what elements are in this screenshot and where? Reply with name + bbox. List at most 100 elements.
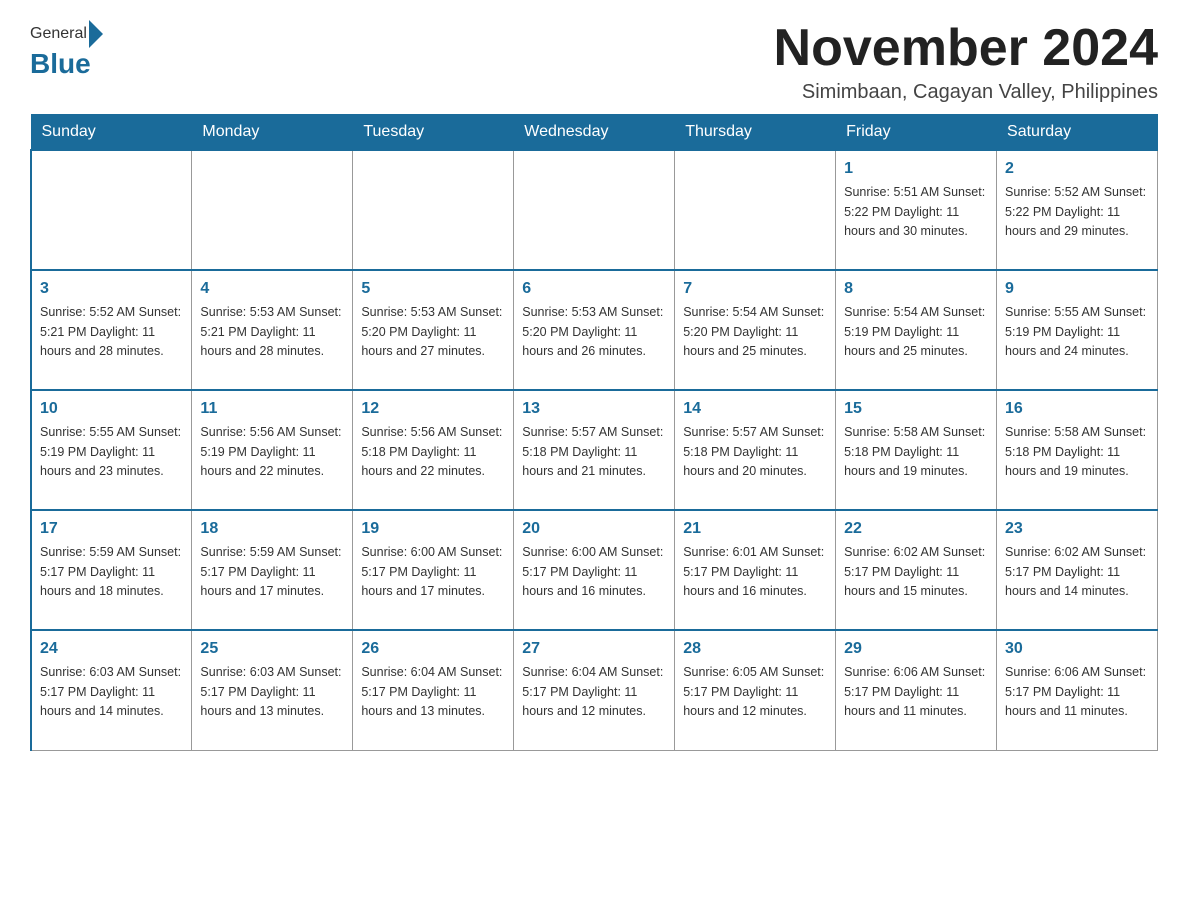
day-number: 3 (40, 277, 183, 301)
calendar-cell: 7Sunrise: 5:54 AM Sunset: 5:20 PM Daylig… (675, 270, 836, 390)
day-info: Sunrise: 5:59 AM Sunset: 5:17 PM Dayligh… (200, 543, 344, 601)
day-info: Sunrise: 6:03 AM Sunset: 5:17 PM Dayligh… (200, 663, 344, 721)
calendar-cell: 14Sunrise: 5:57 AM Sunset: 5:18 PM Dayli… (675, 390, 836, 510)
day-number: 16 (1005, 397, 1149, 421)
calendar-cell: 10Sunrise: 5:55 AM Sunset: 5:19 PM Dayli… (31, 390, 192, 510)
calendar-cell: 21Sunrise: 6:01 AM Sunset: 5:17 PM Dayli… (675, 510, 836, 630)
day-info: Sunrise: 6:06 AM Sunset: 5:17 PM Dayligh… (1005, 663, 1149, 721)
calendar-cell: 29Sunrise: 6:06 AM Sunset: 5:17 PM Dayli… (836, 630, 997, 750)
calendar-cell: 30Sunrise: 6:06 AM Sunset: 5:17 PM Dayli… (997, 630, 1158, 750)
day-info: Sunrise: 6:04 AM Sunset: 5:17 PM Dayligh… (361, 663, 505, 721)
day-info: Sunrise: 5:55 AM Sunset: 5:19 PM Dayligh… (40, 423, 183, 481)
calendar-cell: 22Sunrise: 6:02 AM Sunset: 5:17 PM Dayli… (836, 510, 997, 630)
calendar-week-row: 3Sunrise: 5:52 AM Sunset: 5:21 PM Daylig… (31, 270, 1158, 390)
day-number: 14 (683, 397, 827, 421)
day-info: Sunrise: 5:52 AM Sunset: 5:21 PM Dayligh… (40, 303, 183, 361)
calendar-body: 1Sunrise: 5:51 AM Sunset: 5:22 PM Daylig… (31, 150, 1158, 750)
day-info: Sunrise: 5:57 AM Sunset: 5:18 PM Dayligh… (683, 423, 827, 481)
day-number: 2 (1005, 157, 1149, 181)
day-info: Sunrise: 5:56 AM Sunset: 5:18 PM Dayligh… (361, 423, 505, 481)
calendar-cell: 23Sunrise: 6:02 AM Sunset: 5:17 PM Dayli… (997, 510, 1158, 630)
day-number: 23 (1005, 517, 1149, 541)
calendar-cell: 25Sunrise: 6:03 AM Sunset: 5:17 PM Dayli… (192, 630, 353, 750)
weekday-header-thursday: Thursday (675, 115, 836, 151)
day-number: 7 (683, 277, 827, 301)
calendar-cell: 3Sunrise: 5:52 AM Sunset: 5:21 PM Daylig… (31, 270, 192, 390)
weekday-header-wednesday: Wednesday (514, 115, 675, 151)
day-number: 20 (522, 517, 666, 541)
day-number: 27 (522, 637, 666, 661)
day-info: Sunrise: 5:54 AM Sunset: 5:20 PM Dayligh… (683, 303, 827, 361)
calendar-cell: 11Sunrise: 5:56 AM Sunset: 5:19 PM Dayli… (192, 390, 353, 510)
day-info: Sunrise: 6:02 AM Sunset: 5:17 PM Dayligh… (844, 543, 988, 601)
day-info: Sunrise: 6:02 AM Sunset: 5:17 PM Dayligh… (1005, 543, 1149, 601)
calendar-cell: 24Sunrise: 6:03 AM Sunset: 5:17 PM Dayli… (31, 630, 192, 750)
weekday-header-saturday: Saturday (997, 115, 1158, 151)
day-number: 1 (844, 157, 988, 181)
day-info: Sunrise: 5:53 AM Sunset: 5:21 PM Dayligh… (200, 303, 344, 361)
day-info: Sunrise: 5:55 AM Sunset: 5:19 PM Dayligh… (1005, 303, 1149, 361)
day-number: 29 (844, 637, 988, 661)
day-info: Sunrise: 5:54 AM Sunset: 5:19 PM Dayligh… (844, 303, 988, 361)
calendar-table: SundayMondayTuesdayWednesdayThursdayFrid… (30, 114, 1158, 751)
calendar-cell (192, 150, 353, 270)
calendar-cell: 6Sunrise: 5:53 AM Sunset: 5:20 PM Daylig… (514, 270, 675, 390)
day-info: Sunrise: 5:58 AM Sunset: 5:18 PM Dayligh… (844, 423, 988, 481)
calendar-header: SundayMondayTuesdayWednesdayThursdayFrid… (31, 115, 1158, 151)
day-info: Sunrise: 6:06 AM Sunset: 5:17 PM Dayligh… (844, 663, 988, 721)
calendar-cell: 13Sunrise: 5:57 AM Sunset: 5:18 PM Dayli… (514, 390, 675, 510)
calendar-cell: 1Sunrise: 5:51 AM Sunset: 5:22 PM Daylig… (836, 150, 997, 270)
logo-blue-text: Blue (30, 48, 91, 80)
day-info: Sunrise: 5:53 AM Sunset: 5:20 PM Dayligh… (361, 303, 505, 361)
weekday-header-row: SundayMondayTuesdayWednesdayThursdayFrid… (31, 115, 1158, 151)
day-number: 8 (844, 277, 988, 301)
day-number: 30 (1005, 637, 1149, 661)
day-number: 4 (200, 277, 344, 301)
day-info: Sunrise: 6:04 AM Sunset: 5:17 PM Dayligh… (522, 663, 666, 721)
day-info: Sunrise: 5:52 AM Sunset: 5:22 PM Dayligh… (1005, 183, 1149, 241)
day-number: 22 (844, 517, 988, 541)
day-info: Sunrise: 6:01 AM Sunset: 5:17 PM Dayligh… (683, 543, 827, 601)
weekday-header-friday: Friday (836, 115, 997, 151)
calendar-cell: 18Sunrise: 5:59 AM Sunset: 5:17 PM Dayli… (192, 510, 353, 630)
calendar-cell: 27Sunrise: 6:04 AM Sunset: 5:17 PM Dayli… (514, 630, 675, 750)
calendar-cell: 20Sunrise: 6:00 AM Sunset: 5:17 PM Dayli… (514, 510, 675, 630)
calendar-week-row: 24Sunrise: 6:03 AM Sunset: 5:17 PM Dayli… (31, 630, 1158, 750)
day-number: 21 (683, 517, 827, 541)
calendar-cell (353, 150, 514, 270)
calendar-cell: 9Sunrise: 5:55 AM Sunset: 5:19 PM Daylig… (997, 270, 1158, 390)
weekday-header-monday: Monday (192, 115, 353, 151)
calendar-cell: 2Sunrise: 5:52 AM Sunset: 5:22 PM Daylig… (997, 150, 1158, 270)
calendar-week-row: 17Sunrise: 5:59 AM Sunset: 5:17 PM Dayli… (31, 510, 1158, 630)
calendar-cell: 4Sunrise: 5:53 AM Sunset: 5:21 PM Daylig… (192, 270, 353, 390)
calendar-cell: 28Sunrise: 6:05 AM Sunset: 5:17 PM Dayli… (675, 630, 836, 750)
calendar-cell: 15Sunrise: 5:58 AM Sunset: 5:18 PM Dayli… (836, 390, 997, 510)
day-info: Sunrise: 6:00 AM Sunset: 5:17 PM Dayligh… (361, 543, 505, 601)
title-section: November 2024 Simimbaan, Cagayan Valley,… (774, 20, 1158, 104)
calendar-cell: 5Sunrise: 5:53 AM Sunset: 5:20 PM Daylig… (353, 270, 514, 390)
day-info: Sunrise: 5:53 AM Sunset: 5:20 PM Dayligh… (522, 303, 666, 361)
day-info: Sunrise: 5:59 AM Sunset: 5:17 PM Dayligh… (40, 543, 183, 601)
day-number: 17 (40, 517, 183, 541)
day-info: Sunrise: 5:58 AM Sunset: 5:18 PM Dayligh… (1005, 423, 1149, 481)
location-subtitle: Simimbaan, Cagayan Valley, Philippines (774, 81, 1158, 104)
day-info: Sunrise: 6:00 AM Sunset: 5:17 PM Dayligh… (522, 543, 666, 601)
calendar-cell: 17Sunrise: 5:59 AM Sunset: 5:17 PM Dayli… (31, 510, 192, 630)
day-number: 12 (361, 397, 505, 421)
calendar-cell (675, 150, 836, 270)
weekday-header-sunday: Sunday (31, 115, 192, 151)
day-number: 19 (361, 517, 505, 541)
month-title: November 2024 (774, 20, 1158, 77)
calendar-cell (514, 150, 675, 270)
day-info: Sunrise: 5:57 AM Sunset: 5:18 PM Dayligh… (522, 423, 666, 481)
day-info: Sunrise: 6:03 AM Sunset: 5:17 PM Dayligh… (40, 663, 183, 721)
calendar-cell: 8Sunrise: 5:54 AM Sunset: 5:19 PM Daylig… (836, 270, 997, 390)
calendar-cell: 26Sunrise: 6:04 AM Sunset: 5:17 PM Dayli… (353, 630, 514, 750)
day-number: 15 (844, 397, 988, 421)
day-number: 5 (361, 277, 505, 301)
day-info: Sunrise: 5:56 AM Sunset: 5:19 PM Dayligh… (200, 423, 344, 481)
day-number: 24 (40, 637, 183, 661)
day-number: 9 (1005, 277, 1149, 301)
logo: General Blue (30, 20, 103, 80)
calendar-cell: 19Sunrise: 6:00 AM Sunset: 5:17 PM Dayli… (353, 510, 514, 630)
